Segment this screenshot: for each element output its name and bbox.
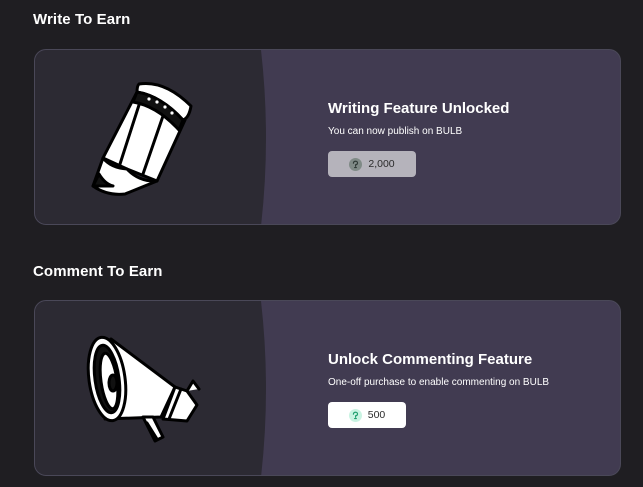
card-description: One-off purchase to enable commenting on… — [328, 377, 550, 388]
card-content: Unlock Commenting Feature One-off purcha… — [328, 301, 618, 475]
price-amount: 2,000 — [368, 158, 395, 170]
price-amount: 500 — [367, 409, 386, 421]
card-description: You can now publish on BULB — [328, 126, 463, 137]
card-title: Unlock Commenting Feature — [328, 351, 533, 368]
section-title-write-to-earn: Write To Earn — [33, 11, 131, 28]
bulb-token-icon — [348, 408, 362, 422]
card-title: Writing Feature Unlocked — [328, 100, 510, 117]
card-content: Writing Feature Unlocked You can now pub… — [328, 50, 618, 224]
pencil-icon — [91, 81, 193, 196]
megaphone-icon — [86, 335, 201, 443]
price-button[interactable]: 500 — [328, 402, 406, 428]
price-button-disabled[interactable]: 2,000 — [328, 151, 416, 177]
section-title-comment-to-earn: Comment To Earn — [33, 263, 163, 280]
bulb-token-icon — [349, 157, 363, 171]
comment-to-earn-card: Unlock Commenting Feature One-off purcha… — [34, 300, 621, 476]
write-to-earn-card: Writing Feature Unlocked You can now pub… — [34, 49, 621, 225]
